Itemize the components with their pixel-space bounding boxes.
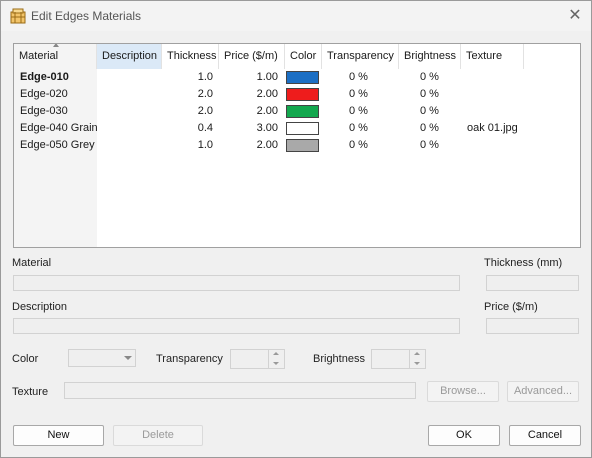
- ok-button[interactable]: OK: [428, 425, 500, 446]
- cell-brightness: 0 %: [420, 71, 439, 83]
- material-label: Material: [12, 257, 52, 269]
- header-texture[interactable]: Texture: [461, 44, 524, 69]
- header-material[interactable]: Material: [14, 44, 97, 69]
- arrow-up-icon: [414, 352, 420, 355]
- material-field[interactable]: [13, 275, 460, 291]
- cell-material: Edge-020: [20, 88, 68, 100]
- cell-brightness: 0 %: [420, 139, 439, 151]
- color-swatch: [286, 88, 319, 101]
- materials-grid[interactable]: Material Description Thickness Price ($/…: [13, 43, 581, 248]
- cell-transparency: 0 %: [349, 122, 368, 134]
- header-transparency[interactable]: Transparency: [322, 44, 399, 69]
- browse-button[interactable]: Browse...: [427, 381, 499, 402]
- cell-price: 3.00: [256, 122, 278, 134]
- new-button[interactable]: New: [13, 425, 104, 446]
- brightness-label: Brightness: [313, 353, 365, 365]
- header-description-label: Description: [102, 50, 158, 62]
- cell-price: 2.00: [256, 139, 278, 151]
- cell-material: Edge-030: [20, 105, 68, 117]
- cell-thickness: 0.4: [197, 122, 213, 134]
- transparency-label: Transparency: [156, 353, 223, 365]
- spinner-buttons[interactable]: [409, 350, 425, 368]
- color-swatch: [286, 139, 319, 152]
- cell-transparency: 0 %: [349, 139, 368, 151]
- header-thickness-label: Thickness: [167, 50, 217, 62]
- header-texture-label: Texture: [466, 50, 503, 62]
- cell-transparency: 0 %: [349, 71, 368, 83]
- cell-transparency: 0 %: [349, 88, 368, 100]
- cell-brightness: 0 %: [420, 122, 439, 134]
- arrow-down-icon: [414, 362, 420, 365]
- header-brightness-label: Brightness: [404, 50, 456, 62]
- edit-edges-materials-dialog: Edit Edges Materials ✕ Material Descript…: [0, 0, 592, 458]
- transparency-spinner[interactable]: [230, 349, 285, 369]
- advanced-button[interactable]: Advanced...: [507, 381, 579, 402]
- color-swatch: [286, 71, 319, 84]
- cell-transparency: 0 %: [349, 105, 368, 117]
- header-price[interactable]: Price ($/m): [219, 44, 285, 69]
- header-description[interactable]: Description: [97, 44, 162, 69]
- cell-brightness: 0 %: [420, 105, 439, 117]
- sort-ascending-icon: [53, 44, 59, 47]
- cell-material: Edge-040 Grain: [20, 122, 98, 134]
- arrow-down-icon: [273, 362, 279, 365]
- arrow-up-icon: [273, 352, 279, 355]
- price-label: Price ($/m): [484, 301, 538, 313]
- cell-thickness: 1.0: [197, 139, 213, 151]
- thickness-label: Thickness (mm): [484, 257, 563, 269]
- cancel-button[interactable]: Cancel: [509, 425, 581, 446]
- header-brightness[interactable]: Brightness: [399, 44, 461, 69]
- color-label: Color: [12, 353, 39, 365]
- thickness-field[interactable]: [486, 275, 579, 291]
- cell-texture: oak 01.jpg: [467, 122, 518, 134]
- close-icon: ✕: [568, 7, 582, 24]
- cell-price: 2.00: [256, 88, 278, 100]
- cell-price: 1.00: [256, 71, 278, 83]
- texture-field[interactable]: [64, 382, 416, 399]
- delete-button[interactable]: Delete: [113, 425, 203, 446]
- title-bar: Edit Edges Materials ✕: [1, 1, 591, 31]
- header-color-label: Color: [290, 50, 317, 62]
- header-material-label: Material: [19, 50, 59, 62]
- materials-icon: [10, 8, 26, 24]
- description-field[interactable]: [13, 318, 460, 334]
- color-swatch: [286, 105, 319, 118]
- color-swatch: [286, 122, 319, 135]
- header-price-label: Price ($/m): [224, 50, 278, 62]
- brightness-spinner[interactable]: [371, 349, 426, 369]
- cell-material: Edge-010: [20, 71, 69, 83]
- window-title: Edit Edges Materials: [31, 9, 142, 23]
- color-dropdown[interactable]: [68, 349, 136, 367]
- header-thickness[interactable]: Thickness: [162, 44, 219, 69]
- cell-thickness: 2.0: [197, 88, 213, 100]
- cell-thickness: 1.0: [197, 71, 213, 83]
- cell-thickness: 2.0: [197, 105, 213, 117]
- texture-label: Texture: [12, 386, 49, 398]
- chevron-down-icon: [124, 356, 132, 360]
- cell-brightness: 0 %: [420, 88, 439, 100]
- description-label: Description: [12, 301, 68, 313]
- spinner-buttons[interactable]: [268, 350, 284, 368]
- header-transparency-label: Transparency: [327, 50, 394, 62]
- price-field[interactable]: [486, 318, 579, 334]
- cell-price: 2.00: [256, 105, 278, 117]
- cell-material: Edge-050 Grey: [20, 139, 95, 151]
- header-color[interactable]: Color: [285, 44, 322, 69]
- close-button[interactable]: ✕: [561, 4, 589, 28]
